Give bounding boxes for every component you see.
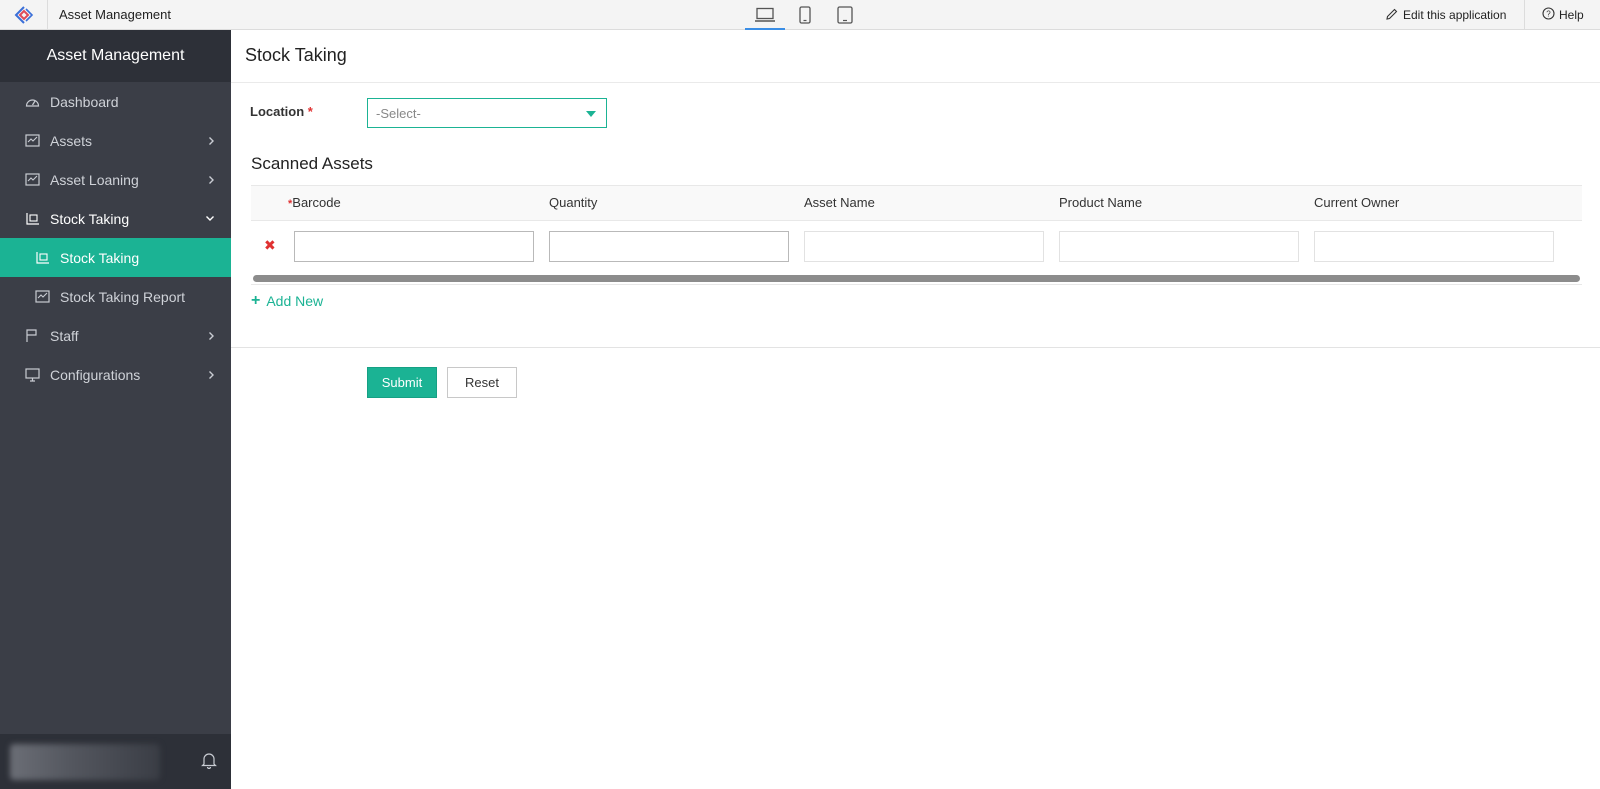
chevron-right-icon [208, 355, 215, 394]
required-mark: * [307, 104, 313, 119]
sidebar-item-label: Asset Loaning [50, 171, 139, 188]
staff-icon [24, 328, 40, 344]
report-icon [34, 289, 50, 305]
sidebar-item-configurations[interactable]: Configurations [0, 355, 231, 394]
configurations-icon [24, 367, 40, 383]
sidebar-brand: Asset Management [0, 30, 231, 82]
reset-button[interactable]: Reset [447, 367, 517, 398]
column-header-quantity: Quantity [549, 195, 598, 210]
page-title: Stock Taking [245, 45, 347, 65]
sidebar-item-staff[interactable]: Staff [0, 316, 231, 355]
help-button[interactable]: ? Help [1542, 0, 1584, 30]
grid-header: *Barcode Quantity Asset Name Product Nam… [251, 185, 1582, 221]
sidebar-footer [0, 734, 231, 789]
plus-icon: + [251, 292, 261, 309]
user-profile-blurred[interactable] [10, 744, 160, 780]
sidebar-item-label: Stock Taking Report [60, 288, 186, 305]
app-logo-icon[interactable] [0, 0, 48, 30]
sidebar-item-label: Dashboard [50, 93, 119, 110]
top-bar: Asset Management Edit this application ?… [0, 0, 1600, 30]
asset-name-field [804, 231, 1044, 262]
quantity-input[interactable] [549, 231, 789, 262]
help-label: Help [1559, 8, 1584, 22]
grid-bottom-divider [251, 284, 1582, 285]
app-title: Asset Management [59, 7, 172, 22]
topbar-divider [1524, 0, 1525, 30]
sidebar-item-label: Assets [50, 132, 93, 149]
location-label-text: Location [250, 104, 305, 119]
chevron-right-icon [208, 121, 215, 160]
edit-application-button[interactable]: Edit this application [1386, 0, 1506, 30]
dropdown-caret-icon [586, 111, 596, 117]
current-owner-field [1314, 231, 1554, 262]
stock-taking-icon [24, 211, 40, 227]
pencil-icon [1386, 8, 1398, 23]
svg-text:?: ? [1546, 10, 1551, 19]
submit-button[interactable]: Submit [367, 367, 437, 398]
sidebar-item-stock-taking[interactable]: Stock Taking [0, 199, 231, 238]
barcode-input[interactable] [294, 231, 534, 262]
main-content: Stock Taking Location * -Select- Scanned… [231, 30, 1600, 789]
edit-application-label: Edit this application [1403, 8, 1507, 22]
bell-icon[interactable] [201, 752, 217, 772]
chevron-right-icon [208, 316, 215, 355]
sidebar-item-label: Staff [50, 327, 79, 344]
location-label: Location * [250, 104, 313, 119]
tablet-icon[interactable] [825, 0, 865, 30]
assets-icon [24, 133, 40, 149]
sidebar-item-stock-taking-sub[interactable]: Stock Taking [0, 238, 231, 277]
form-divider [231, 347, 1600, 348]
laptop-icon[interactable] [745, 0, 785, 30]
chevron-down-icon [205, 199, 215, 238]
sidebar-item-label: Configurations [50, 366, 141, 383]
chevron-right-icon [208, 160, 215, 199]
column-header-current-owner: Current Owner [1314, 195, 1400, 210]
stock-taking-sub-icon [34, 250, 50, 266]
device-switcher [745, 0, 865, 30]
column-header-product-name: Product Name [1059, 195, 1143, 210]
sidebar-item-label: Stock Taking [60, 249, 140, 266]
product-name-field [1059, 231, 1299, 262]
column-header-label: Barcode [292, 195, 341, 210]
header-divider [231, 82, 1600, 83]
column-header-barcode: *Barcode [288, 186, 341, 221]
sidebar-item-dashboard[interactable]: Dashboard [0, 82, 231, 121]
delete-row-icon[interactable]: ✖ [264, 237, 276, 254]
sidebar: Asset Management Dashboard Assets Asset … [0, 30, 231, 789]
table-row: ✖ [251, 221, 1582, 271]
phone-icon[interactable] [785, 0, 825, 30]
sidebar-item-assets[interactable]: Assets [0, 121, 231, 160]
sidebar-item-asset-loaning[interactable]: Asset Loaning [0, 160, 231, 199]
location-select-value: -Select- [376, 105, 421, 121]
section-title: Scanned Assets [251, 154, 373, 173]
sidebar-item-stock-taking-report[interactable]: Stock Taking Report [0, 277, 231, 316]
add-new-button[interactable]: + Add New [251, 292, 323, 310]
help-icon: ? [1542, 7, 1555, 23]
sidebar-item-label: Stock Taking [50, 210, 130, 227]
location-select[interactable]: -Select- [367, 98, 607, 128]
dashboard-icon [24, 94, 40, 110]
asset-loaning-icon [24, 172, 40, 188]
horizontal-scrollbar[interactable] [253, 275, 1580, 282]
column-header-asset-name: Asset Name [804, 195, 875, 210]
add-new-label: Add New [266, 293, 324, 309]
